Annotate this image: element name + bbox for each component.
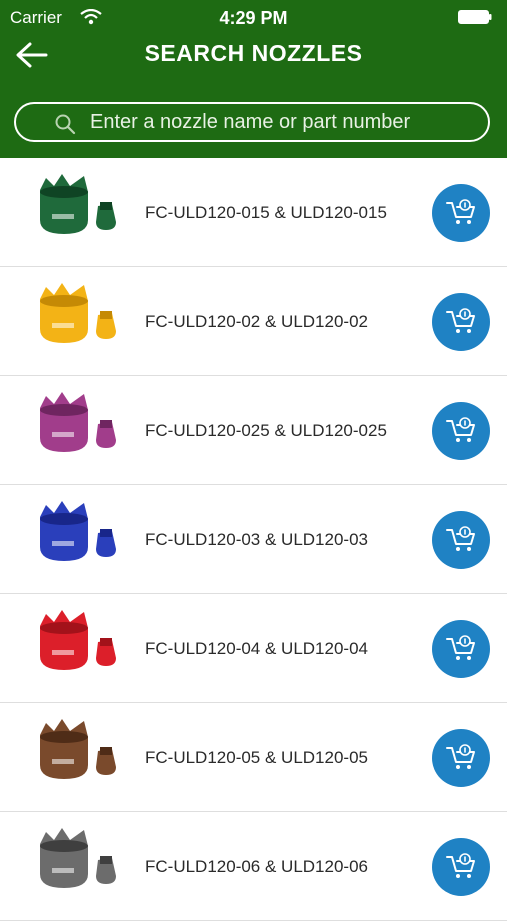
add-to-cart-button[interactable] — [432, 838, 490, 896]
list-item[interactable]: FC-ULD120-02 & ULD120-02 — [0, 267, 507, 376]
nozzle-image — [40, 392, 116, 452]
nozzle-name: FC-ULD120-025 & ULD120-025 — [145, 421, 387, 440]
nozzle-name: FC-ULD120-015 & ULD120-015 — [145, 203, 387, 222]
list-item[interactable]: FC-ULD120-06 & ULD120-06 — [0, 812, 507, 921]
list-item[interactable]: FC-ULD120-03 & ULD120-03 — [0, 485, 507, 594]
nozzle-image — [40, 828, 116, 888]
cart-icon — [446, 308, 475, 333]
status-time: 4:29 PM — [219, 8, 288, 28]
search-icon — [55, 114, 76, 135]
cart-icon — [446, 199, 475, 224]
cart-icon — [446, 417, 475, 442]
list-item[interactable]: FC-ULD120-025 & ULD120-025 — [0, 376, 507, 485]
nozzle-name: FC-ULD120-02 & ULD120-02 — [145, 312, 368, 331]
nozzle-image — [40, 501, 116, 561]
cart-icon — [446, 744, 475, 769]
nozzle-image — [40, 610, 116, 670]
add-to-cart-button[interactable] — [432, 511, 490, 569]
status-bar: Carrier 4:29 PM — [0, 0, 507, 34]
nozzle-image — [40, 719, 116, 779]
add-to-cart-button[interactable] — [432, 184, 490, 242]
list-item[interactable]: FC-ULD120-05 & ULD120-05 — [0, 703, 507, 812]
battery-icon — [458, 10, 492, 24]
cart-icon — [446, 526, 475, 551]
nozzle-image — [40, 283, 116, 343]
cart-icon — [446, 853, 475, 878]
add-to-cart-button[interactable] — [432, 620, 490, 678]
nozzle-name: FC-ULD120-03 & ULD120-03 — [145, 530, 368, 549]
add-to-cart-button[interactable] — [432, 729, 490, 787]
search-input[interactable] — [90, 107, 480, 137]
nozzle-list: FC-ULD120-015 & ULD120-015 FC-ULD120-02 … — [0, 158, 507, 921]
list-item[interactable]: FC-ULD120-015 & ULD120-015 — [0, 158, 507, 267]
nozzle-name: FC-ULD120-05 & ULD120-05 — [145, 748, 368, 767]
nozzle-name: FC-ULD120-06 & ULD120-06 — [145, 857, 368, 876]
add-to-cart-button[interactable] — [432, 402, 490, 460]
cart-icon — [446, 635, 475, 660]
app-header: Carrier 4:29 PM SEARCH NOZZLES — [0, 0, 507, 158]
page-title: SEARCH NOZZLES — [144, 40, 363, 66]
nozzle-image — [40, 174, 116, 234]
nozzle-name: FC-ULD120-04 & ULD120-04 — [145, 639, 368, 658]
list-item[interactable]: FC-ULD120-04 & ULD120-04 — [0, 594, 507, 703]
add-to-cart-button[interactable] — [432, 293, 490, 351]
search-bar[interactable] — [14, 102, 490, 142]
